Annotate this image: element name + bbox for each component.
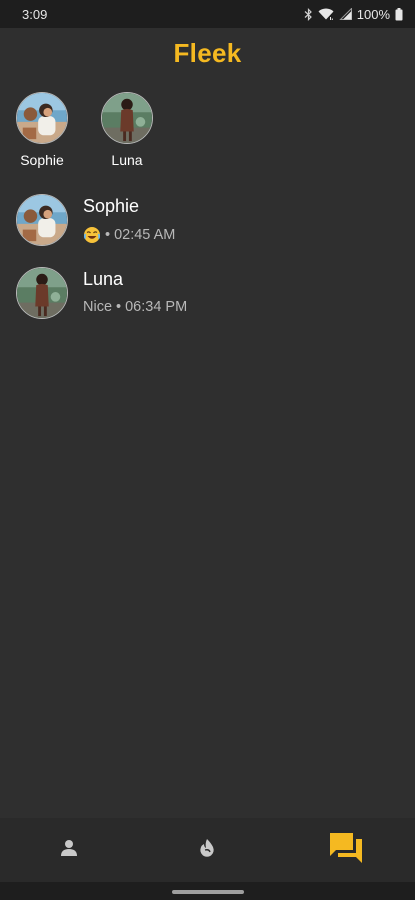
bluetooth-icon (304, 7, 313, 21)
conversation-luna[interactable]: Luna Nice • 06:34 PM (0, 267, 415, 340)
conversation-meta: Nice • 06:34 PM (83, 299, 187, 315)
avatar (16, 92, 68, 144)
match-name: Luna (111, 152, 143, 168)
profile-icon (60, 839, 78, 862)
last-message: Nice (83, 299, 113, 315)
flame-icon (198, 838, 216, 863)
app-title: Fleek (173, 38, 242, 68)
status-icons: 100% (304, 7, 403, 22)
matches-row: Sophie Luna (0, 92, 415, 172)
nav-profile[interactable] (29, 820, 109, 880)
message-separator: • (105, 227, 111, 243)
message-time: 02:45 AM (114, 227, 176, 243)
match-sophie[interactable]: Sophie (2, 92, 82, 168)
conversation-list: Sophie • 02:45 AM Luna Nice • 06:34 PM (0, 194, 415, 340)
nav-chat[interactable] (306, 820, 386, 880)
match-luna[interactable]: Luna (87, 92, 167, 168)
conversation-name: Sophie (83, 196, 140, 216)
battery-percent: 100% (356, 6, 390, 22)
bottom-navigation (0, 818, 415, 882)
message-time: 06:34 PM (125, 299, 188, 315)
face-with-tears-of-joy-icon (83, 226, 101, 244)
conversation-meta: • 02:45 AM (83, 226, 175, 244)
signal-icon (339, 8, 352, 20)
nav-discover[interactable] (167, 820, 247, 880)
chat-icon (328, 831, 364, 870)
match-name: Sophie (20, 152, 64, 168)
conversation-name: Luna (83, 269, 124, 289)
status-bar: 3:09 100% (0, 0, 415, 28)
message-separator: • (116, 299, 122, 315)
conversation-sophie[interactable]: Sophie • 02:45 AM (0, 194, 415, 267)
avatar (16, 267, 68, 319)
avatar (16, 194, 68, 246)
wifi-icon (318, 8, 334, 20)
battery-icon (395, 7, 403, 21)
home-indicator[interactable] (172, 890, 244, 894)
status-time: 3:09 (22, 6, 48, 22)
avatar (101, 92, 153, 144)
